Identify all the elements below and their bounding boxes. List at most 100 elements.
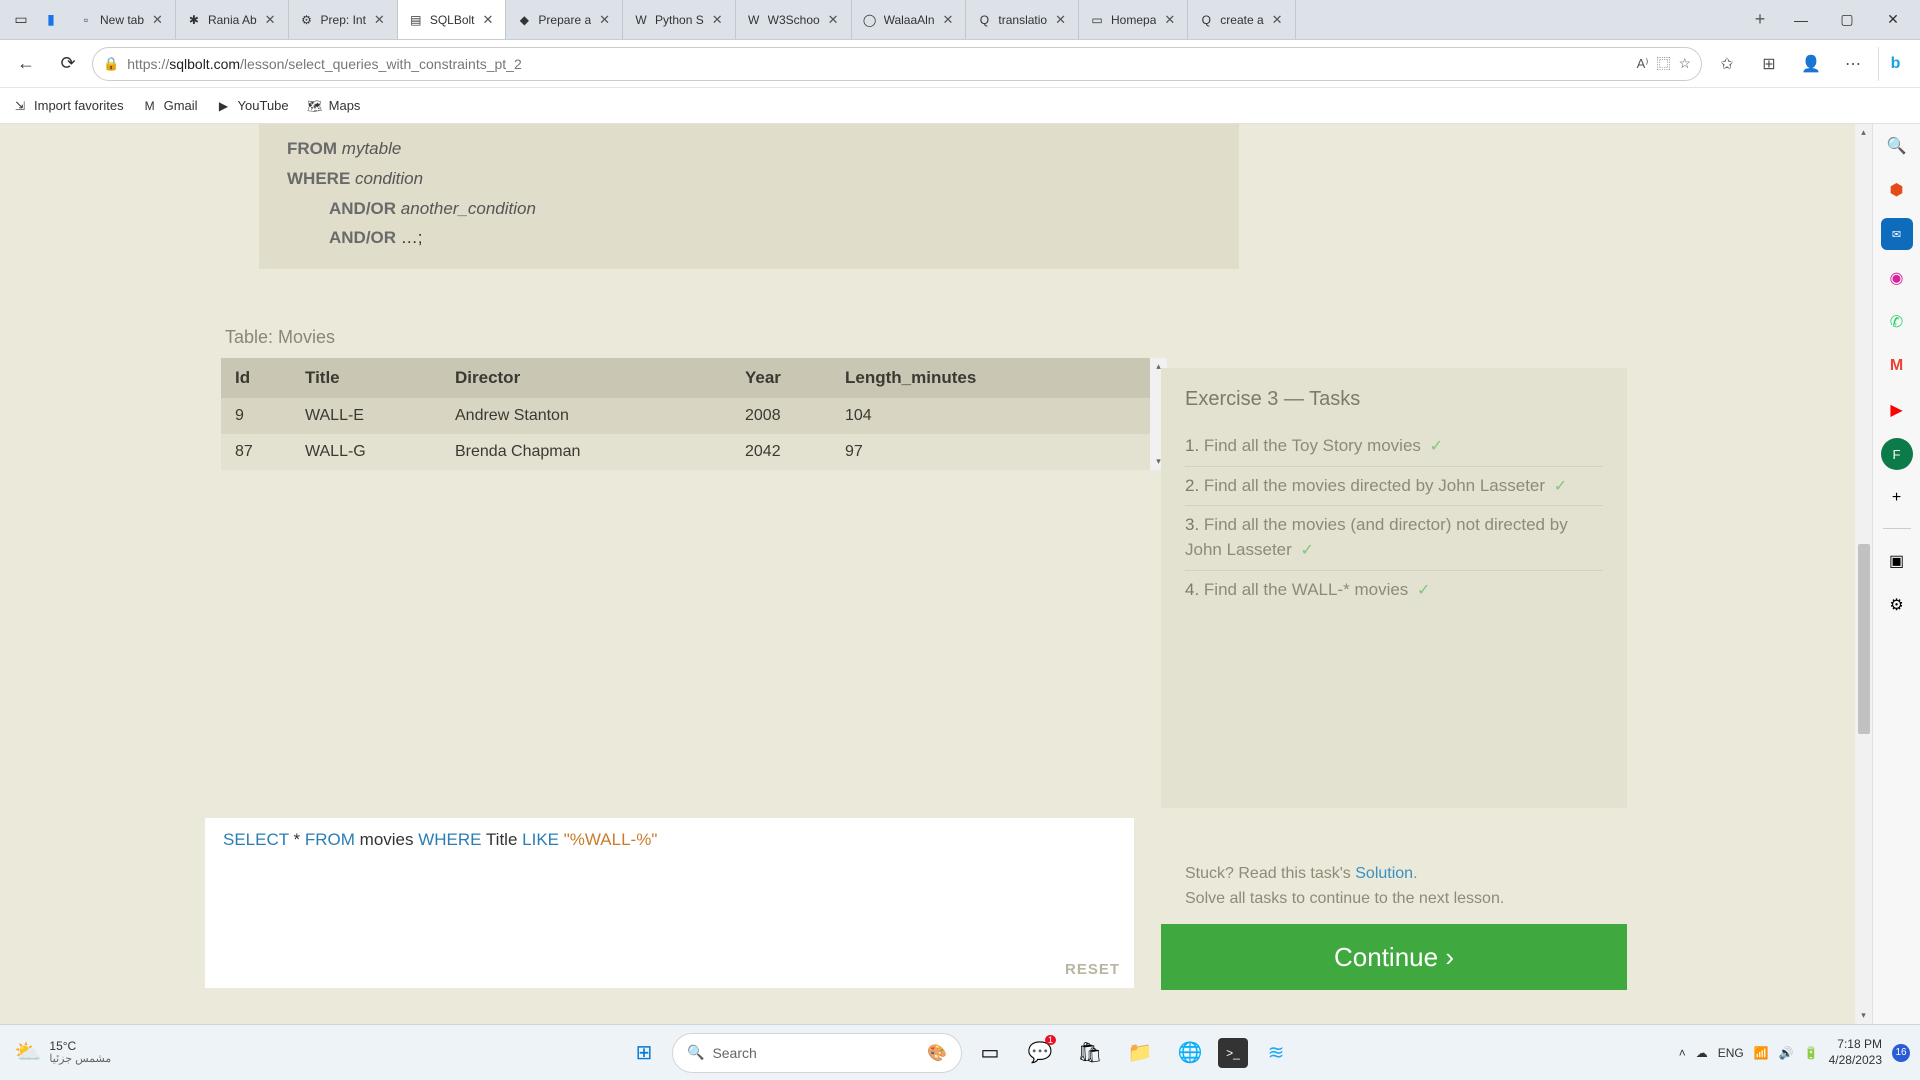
close-window-button[interactable]: ✕ [1870,0,1916,40]
browser-tab[interactable]: ⚙Prep: Int✕ [289,0,398,39]
start-button[interactable]: ⊞ [622,1031,666,1075]
tab-label: Rania Ab [208,13,257,27]
tab-close-icon[interactable]: ✕ [150,12,165,28]
sidebar-add-icon[interactable]: + [1881,482,1913,514]
vscode-icon[interactable]: ≋ [1254,1031,1298,1075]
continue-button[interactable]: Continue › [1161,924,1627,990]
outlook-icon[interactable]: ✉ [1881,218,1913,250]
hide-sidebar-icon[interactable]: ▣ [1881,545,1913,577]
favorite-item[interactable]: ⇲Import favorites [12,98,124,114]
collections-icon[interactable]: ⊞ [1750,46,1788,82]
browser-tab[interactable]: Qtranslatio✕ [966,0,1079,39]
wifi-icon[interactable]: 📶 [1754,1046,1769,1060]
url-box[interactable]: 🔒 https://sqlbolt.com/lesson/select_quer… [92,47,1702,81]
tab-close-icon[interactable]: ✕ [597,12,612,28]
system-tray[interactable]: ˄ ☁ ENG 📶 🔊 🔋 7:18 PM 4/28/2023 16 [1669,1037,1920,1068]
explorer-icon[interactable]: 📁 [1118,1031,1162,1075]
chat-icon[interactable]: 💬1 [1018,1031,1062,1075]
address-bar: ← ⟳ 🔒 https://sqlbolt.com/lesson/select_… [0,40,1920,88]
gmail-icon[interactable]: M [1881,350,1913,382]
task-item[interactable]: 1. Find all the Toy Story movies ✓ [1185,427,1603,467]
browser-tab[interactable]: ✱Rania Ab✕ [176,0,289,39]
store-icon[interactable]: 🛍 [1068,1031,1112,1075]
favorite-star-icon[interactable]: ☆ [1678,55,1691,72]
favorite-icon: M [142,98,158,114]
office-icon[interactable]: ⬢ [1881,174,1913,206]
task-item[interactable]: 2. Find all the movies directed by John … [1185,467,1603,507]
menu-icon[interactable]: ⋯ [1834,46,1872,82]
volume-icon[interactable]: 🔊 [1779,1046,1794,1060]
bing-sidebar-icon[interactable]: b [1878,47,1912,81]
table-row: 9WALL-EAndrew Stanton2008104 [221,398,1150,434]
tab-favicon: Q [976,12,992,28]
reset-button[interactable]: RESET [1065,961,1120,978]
maximize-button[interactable]: ▢ [1824,0,1870,40]
browser-tab[interactable]: WPython S✕ [623,0,736,39]
sql-editor[interactable]: SELECT * FROM movies WHERE Title LIKE "%… [205,818,1134,988]
new-tab-button[interactable]: + [1742,9,1778,30]
tab-favicon: W [746,12,762,28]
browser-tab[interactable]: Qcreate a✕ [1188,0,1295,39]
profile-icon[interactable]: 👤 [1792,46,1830,82]
tab-label: Python S [655,13,704,27]
browser-tab[interactable]: ▤SQLBolt✕ [398,0,507,39]
tab-actions-icon[interactable]: ▭ [10,9,32,31]
enter-immersive-icon[interactable]: ⿴ [1656,54,1670,74]
read-aloud-icon[interactable]: A⁾ [1637,56,1649,72]
task-item[interactable]: 4. Find all the WALL-* movies ✓ [1185,571,1603,610]
browser-tab[interactable]: WW3Schoo✕ [736,0,852,39]
sql-hint-box: FROM mytable WHERE condition AND/OR anot… [259,124,1239,269]
weather-widget[interactable]: ⛅ 15°C مشمس جزئيا [0,1039,125,1067]
avatar-icon[interactable]: F [1881,438,1913,470]
onedrive-icon[interactable]: ☁ [1696,1046,1708,1060]
whatsapp-icon[interactable]: ✆ [1881,306,1913,338]
favorite-item[interactable]: MGmail [142,98,198,114]
refresh-button[interactable]: ⟳ [50,46,86,82]
youtube-icon[interactable]: ▶ [1881,394,1913,426]
battery-icon[interactable]: 🔋 [1804,1046,1819,1060]
tab-close-icon[interactable]: ✕ [941,12,956,28]
clock[interactable]: 7:18 PM 4/28/2023 [1829,1037,1882,1068]
minimize-button[interactable]: — [1778,0,1824,40]
favorite-item[interactable]: ▶YouTube [216,98,289,114]
table-cell: 9 [221,398,291,434]
workspaces-icon[interactable]: ▮ [40,9,62,31]
tab-favicon: Q [1198,12,1214,28]
check-icon: ✓ [1554,478,1567,495]
solution-link[interactable]: Solution [1355,865,1413,882]
favorites-icon[interactable]: ✩ [1708,46,1746,82]
table-cell: WALL-E [291,398,441,434]
tab-close-icon[interactable]: ✕ [481,12,496,28]
instagram-icon[interactable]: ◉ [1881,262,1913,294]
tab-close-icon[interactable]: ✕ [263,12,278,28]
column-header: Id [221,358,291,398]
search-icon[interactable]: 🔍 [1881,130,1913,162]
sidebar-settings-icon[interactable]: ⚙ [1881,589,1913,621]
tab-close-icon[interactable]: ✕ [710,12,725,28]
tab-close-icon[interactable]: ✕ [1162,12,1177,28]
browser-tab[interactable]: ◯WalaaAln✕ [852,0,967,39]
favorite-item[interactable]: 🗺Maps [307,98,361,114]
taskbar-search[interactable]: 🔍 Search 🎨 [672,1033,962,1073]
tab-close-icon[interactable]: ✕ [1270,12,1285,28]
table-cell: 87 [221,434,291,470]
task-item[interactable]: 3. Find all the movies (and director) no… [1185,506,1603,570]
browser-tab[interactable]: ◆Prepare a✕ [506,0,623,39]
terminal-icon[interactable]: >_ [1218,1038,1248,1068]
tray-chevron-icon[interactable]: ˄ [1679,1046,1686,1060]
tab-favicon: ▫ [78,12,94,28]
browser-tab[interactable]: ▭Homepa✕ [1079,0,1188,39]
edge-icon[interactable]: 🌐 [1168,1031,1212,1075]
browser-tab[interactable]: ▫New tab✕ [68,0,176,39]
page-scrollbar[interactable]: ▴ ▾ [1855,124,1872,1024]
task-view-icon[interactable]: ▭ [968,1031,1012,1075]
check-icon: ✓ [1417,582,1430,599]
language-indicator[interactable]: ENG [1718,1046,1744,1060]
tab-close-icon[interactable]: ✕ [372,12,387,28]
table-cell: Andrew Stanton [441,398,731,434]
tab-close-icon[interactable]: ✕ [826,12,841,28]
weather-desc: مشمس جزئيا [49,1053,111,1066]
notification-badge[interactable]: 16 [1892,1044,1910,1062]
back-button[interactable]: ← [8,46,44,82]
tab-close-icon[interactable]: ✕ [1053,12,1068,28]
